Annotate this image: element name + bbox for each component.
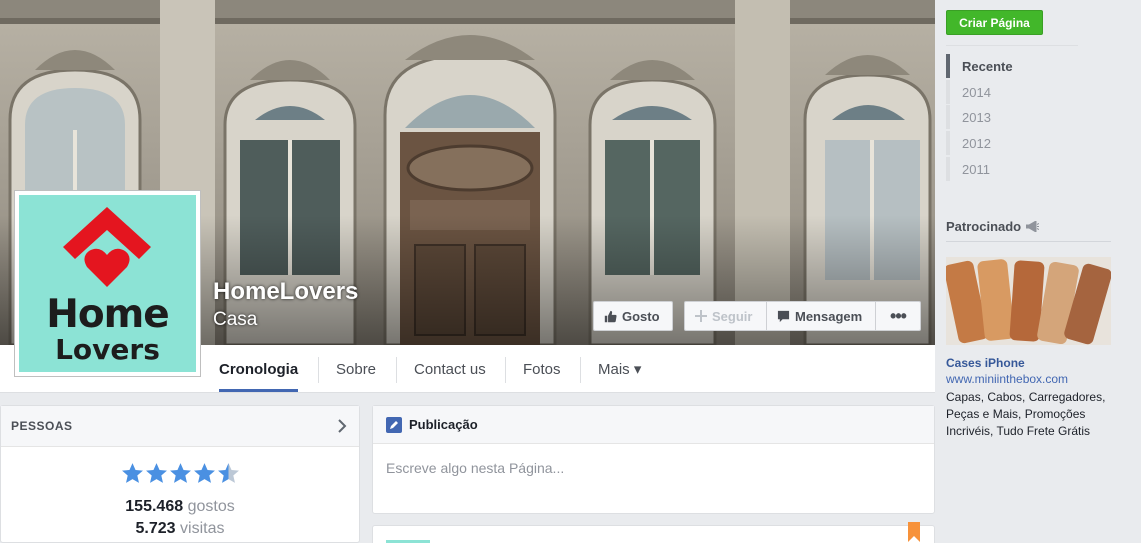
star-icon: [218, 463, 239, 483]
logo-text-home: Home: [46, 292, 170, 337]
rating-stars: [121, 462, 240, 484]
composer-input[interactable]: Escreve algo nesta Página...: [386, 460, 564, 476]
nav-divider: [396, 357, 397, 383]
pencil-icon: [386, 416, 402, 433]
year-recente[interactable]: Recente: [946, 54, 1096, 78]
profile-picture[interactable]: Home Lovers: [14, 190, 201, 377]
year-2013[interactable]: 2013: [946, 105, 1096, 129]
year-2011[interactable]: 2011: [946, 157, 1096, 181]
bookmark-icon[interactable]: [908, 522, 920, 542]
star-icon: [194, 463, 215, 483]
thumbs-up-icon: [604, 310, 617, 322]
house-heart-icon: [63, 207, 151, 287]
divider: [946, 45, 1078, 46]
megaphone-icon: [1026, 221, 1040, 232]
message-button[interactable]: Mensagem: [766, 301, 876, 331]
likes-label: gostos: [187, 498, 235, 515]
like-button-label: Gosto: [622, 308, 660, 324]
visits-label: visitas: [180, 520, 225, 537]
page-category[interactable]: Casa: [213, 309, 257, 331]
star-icon: [122, 463, 143, 483]
post-card: [372, 522, 935, 543]
tab-publicacao[interactable]: Publicação: [409, 417, 478, 432]
likes-count: 155.468 gostos: [1, 498, 359, 516]
post-composer: Publicação Escreve algo nesta Página...: [372, 405, 935, 514]
visits-count: 5.723 visitas: [1, 520, 359, 538]
logo-text-lovers: Lovers: [55, 333, 160, 366]
likes-value: 155.468: [125, 498, 184, 515]
year-2012[interactable]: 2012: [946, 131, 1096, 155]
ad-url[interactable]: www.miniinthebox.com: [946, 372, 1068, 386]
tab-sobre[interactable]: Sobre: [336, 345, 376, 393]
composer-header: Publicação: [373, 406, 934, 444]
ad-title[interactable]: Cases iPhone: [946, 356, 1025, 370]
people-card-header[interactable]: PESSOAS: [1, 406, 359, 447]
more-options-button[interactable]: •••: [875, 301, 921, 331]
ad-phone-cases-image: [946, 257, 1111, 345]
sponsored-header: Patrocinado: [946, 219, 1040, 234]
tab-cronologia[interactable]: Cronologia: [219, 345, 299, 393]
star-icon: [146, 463, 167, 483]
follow-button-label: Seguir: [712, 308, 753, 324]
tab-contact-us[interactable]: Contact us: [414, 345, 486, 393]
star-icon: [170, 463, 191, 483]
nav-divider: [505, 357, 506, 383]
visits-value: 5.723: [135, 520, 176, 537]
like-button[interactable]: Gosto: [593, 301, 673, 331]
divider: [946, 241, 1111, 242]
ad-image[interactable]: [946, 257, 1111, 345]
tab-fotos[interactable]: Fotos: [523, 345, 561, 393]
message-icon: [777, 310, 790, 322]
year-2014[interactable]: 2014: [946, 80, 1096, 104]
tab-mais[interactable]: Mais ▾: [598, 345, 641, 393]
message-button-label: Mensagem: [795, 308, 863, 324]
chevron-right-icon[interactable]: [335, 419, 349, 433]
page-actions-group: Seguir Mensagem •••: [684, 301, 921, 331]
sponsored-label: Patrocinado: [946, 219, 1022, 234]
more-icon: •••: [890, 305, 907, 326]
plus-icon: [695, 310, 707, 322]
people-card-title: PESSOAS: [11, 419, 73, 433]
people-card: PESSOAS 155.468 gostos 5.723 visitas: [0, 405, 360, 543]
page-title[interactable]: HomeLovers: [213, 278, 358, 306]
logo: Home Lovers: [19, 195, 196, 372]
follow-button[interactable]: Seguir: [684, 301, 767, 331]
create-page-button[interactable]: Criar Página: [946, 10, 1043, 35]
ad-description: Capas, Cabos, Carregadores, Peças e Mais…: [946, 390, 1106, 438]
nav-divider: [318, 357, 319, 383]
nav-divider: [580, 357, 581, 383]
